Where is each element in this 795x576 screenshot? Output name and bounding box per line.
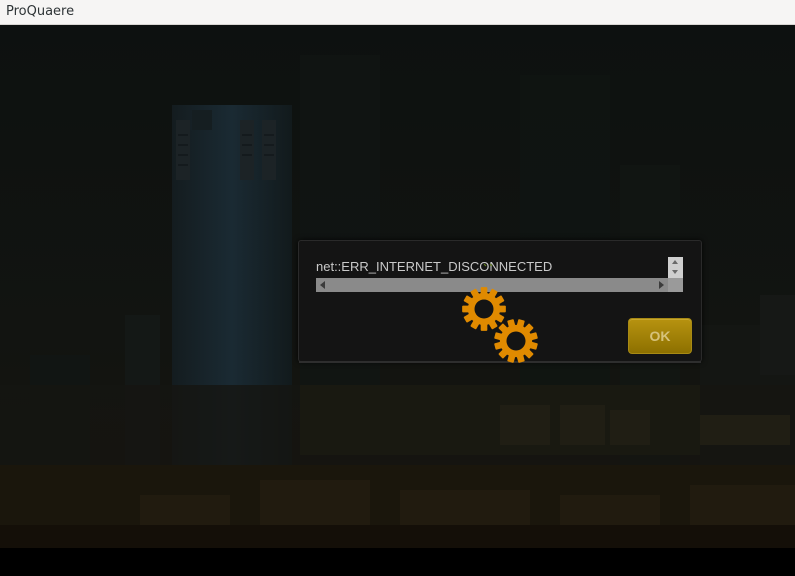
gears-loading-icon [462,287,543,368]
scroll-up-arrow-icon[interactable] [672,260,678,264]
scroll-left-arrow-icon[interactable] [320,281,325,289]
spinner-indicator-icon [483,263,493,267]
bottom-bar [0,548,795,576]
window-title: ProQuaere [6,4,75,19]
vertical-scrollbar[interactable] [668,257,683,278]
ok-button-label: OK [649,328,671,344]
scroll-right-arrow-icon[interactable] [659,281,664,289]
error-message: net::ERR_INTERNET_DISCONNECTED [316,259,553,274]
ok-button[interactable]: OK [628,318,692,354]
scroll-down-arrow-icon[interactable] [672,270,678,274]
window-titlebar: ProQuaere [0,0,795,25]
scrollbar-corner [668,278,683,292]
